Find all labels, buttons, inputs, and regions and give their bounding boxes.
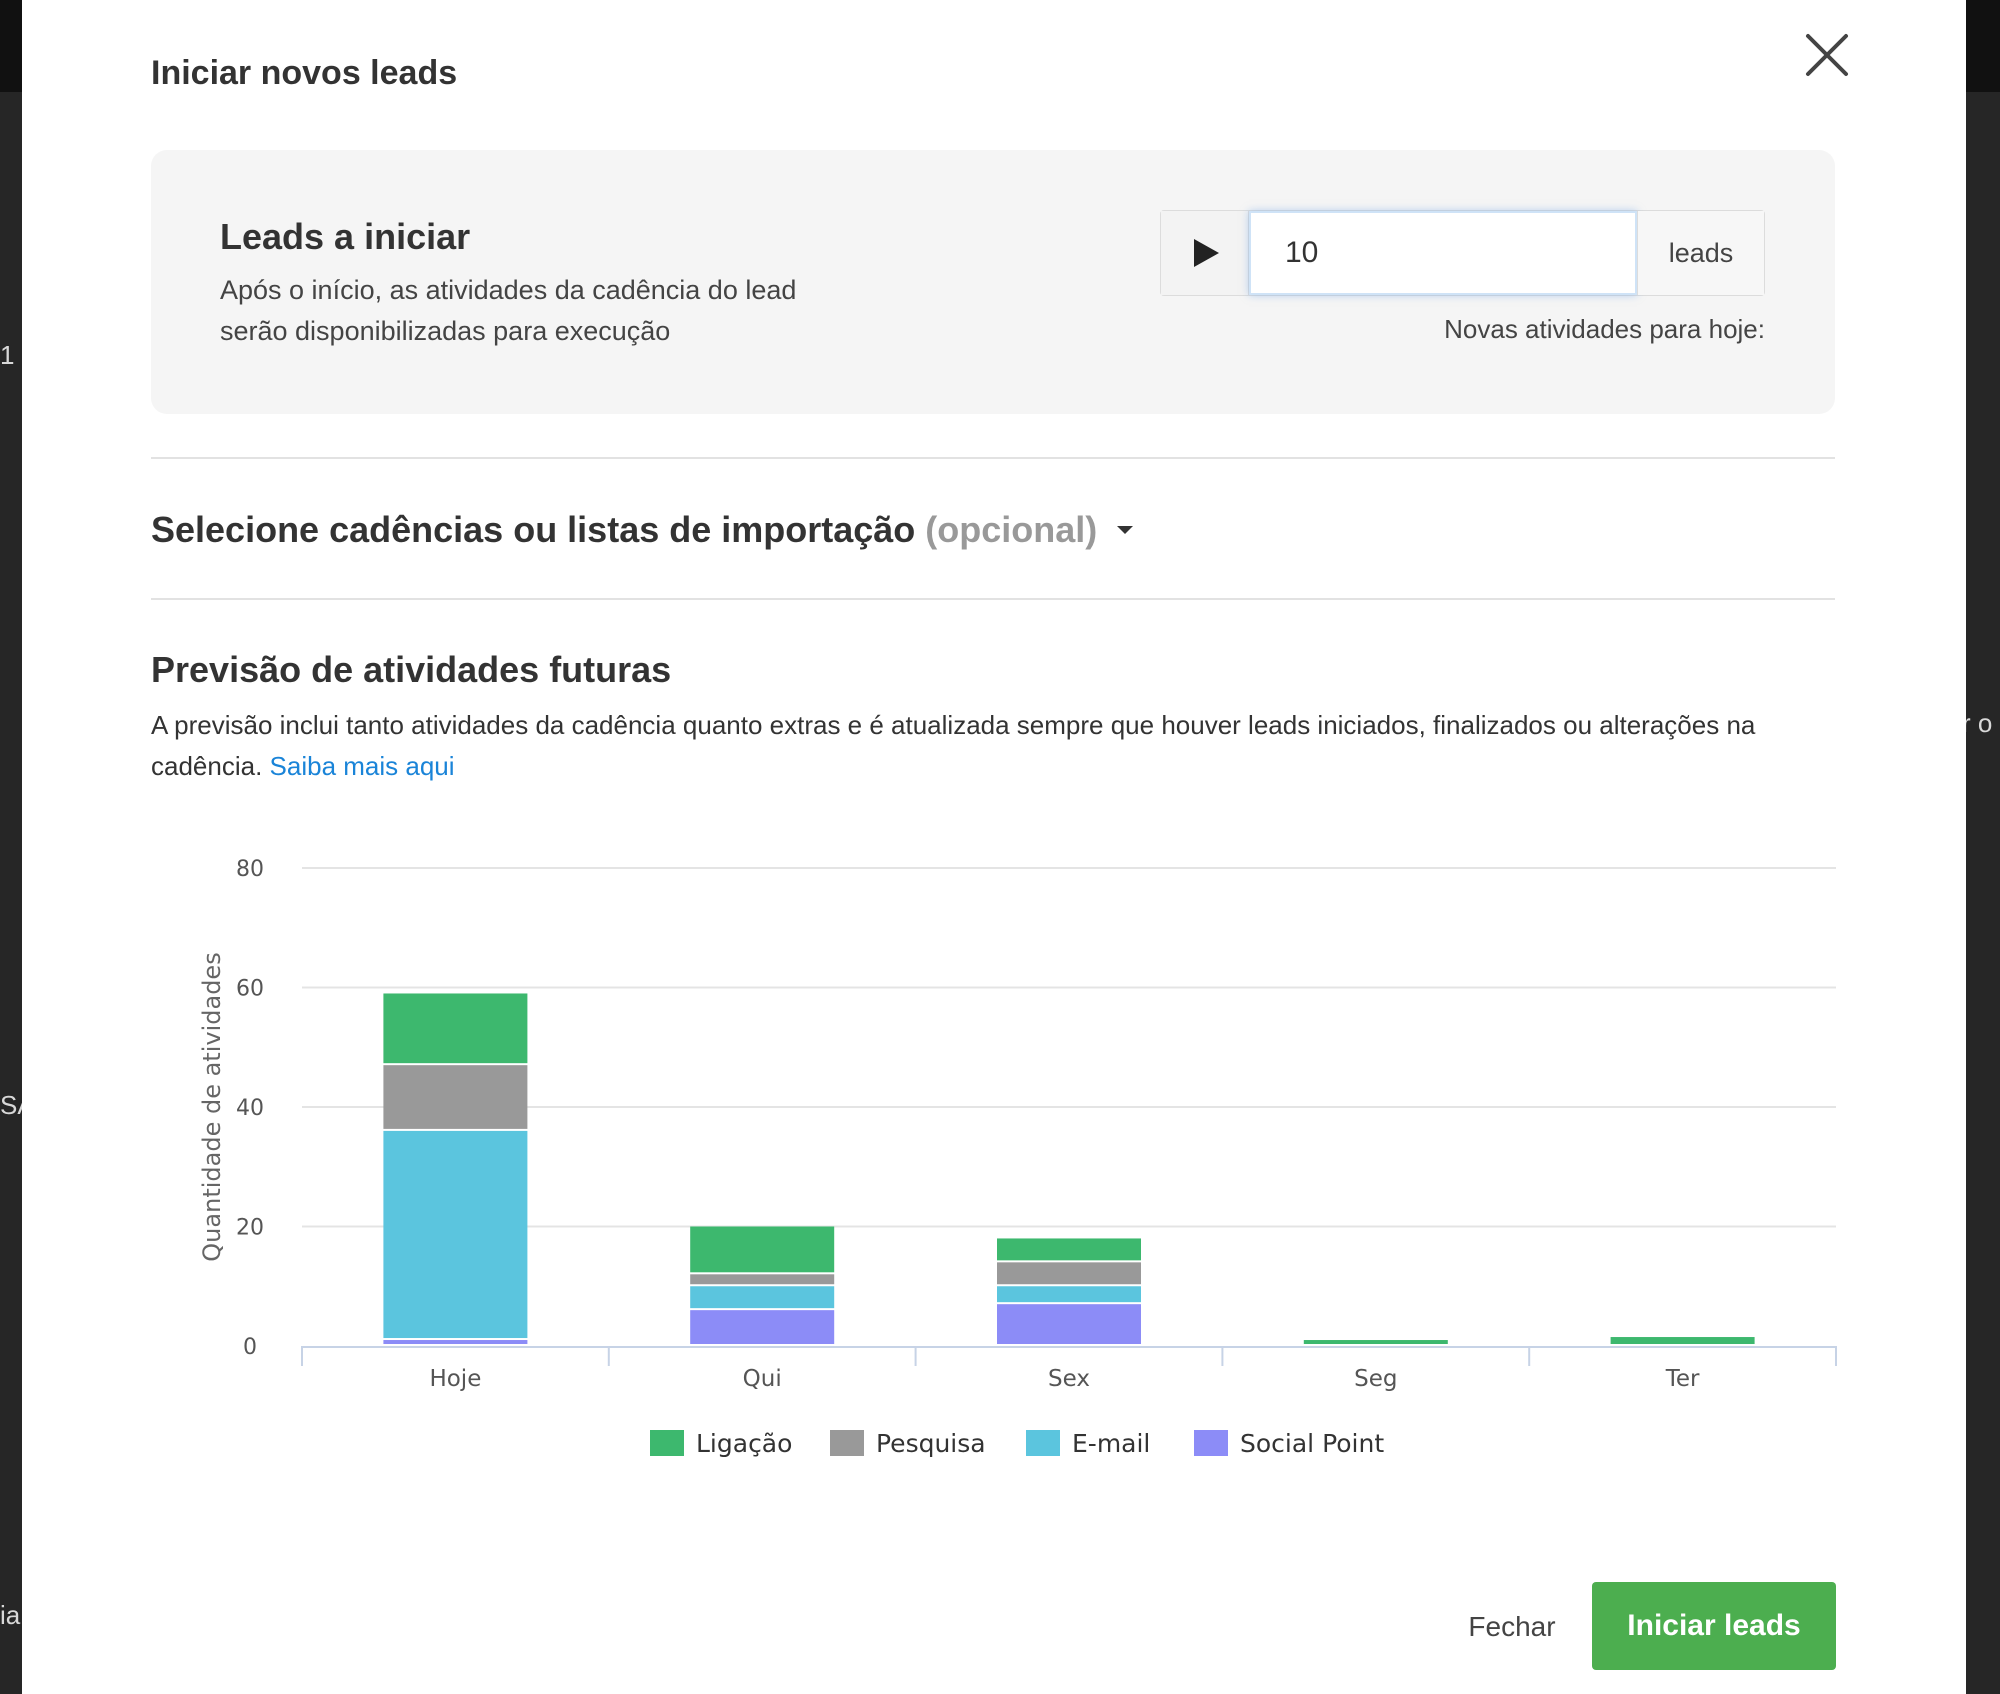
leads-quantity-stepper: leads [1160,210,1765,296]
background-text: 1 [0,340,15,370]
bar-segment[interactable] [690,1226,835,1273]
x-tick-label: Qui [743,1366,782,1392]
start-leads-modal: Iniciar novos leads Leads a iniciar Após… [22,0,1966,1694]
background-text: ia [0,1600,21,1630]
y-tick-label: 0 [243,1335,257,1360]
y-axis-label: Quantidade de atividades [198,952,226,1261]
leads-quantity-input[interactable] [1249,211,1637,295]
bar-segment[interactable] [997,1286,1141,1303]
close-button[interactable]: Fechar [1452,1584,1572,1670]
legend-swatch [1026,1430,1060,1456]
background-text: r o [1962,708,1993,738]
legend-label: Pesquisa [876,1429,986,1458]
legend-item[interactable]: E-mail [1026,1429,1150,1458]
modal-title: Iniciar novos leads [151,54,458,92]
forecast-description: A previsão inclui tanto atividades da ca… [151,705,1851,787]
forecast-title: Previsão de atividades futuras [151,649,672,690]
bar-segment[interactable] [383,1130,528,1339]
legend-item[interactable]: Social Point [1194,1429,1384,1458]
y-tick-label: 20 [236,1216,264,1241]
legend-label: Social Point [1240,1429,1384,1458]
leads-card-title: Leads a iniciar [220,216,471,257]
x-tick-label: Ter [1665,1366,1700,1392]
bar-segment[interactable] [690,1310,835,1344]
bar-segment[interactable] [383,993,528,1064]
close-icon[interactable] [1802,30,1852,80]
optional-label: (opcional) [925,509,1098,550]
bar-segment[interactable] [997,1304,1141,1344]
leads-to-start-card: Leads a iniciar Após o início, as ativid… [151,150,1835,414]
legend-swatch [1194,1430,1228,1456]
x-tick-label: Seg [1354,1366,1397,1392]
legend-item[interactable]: Pesquisa [830,1429,986,1458]
bar-segment[interactable] [1303,1340,1448,1344]
bar-segment[interactable] [1610,1337,1755,1344]
caret-down-icon [1117,526,1134,534]
y-tick-label: 80 [236,857,264,882]
learn-more-link[interactable]: Saiba mais aqui [270,751,455,781]
play-icon [1193,239,1219,267]
x-tick-label: Hoje [429,1366,481,1392]
cadence-select-label: Selecione cadências ou listas de importa… [151,509,916,550]
legend-label: E-mail [1072,1429,1150,1458]
bar-segment[interactable] [690,1274,835,1285]
divider [151,457,1835,459]
bar-segment[interactable] [997,1238,1141,1261]
new-activities-today-label: Novas atividades para hoje: [1444,314,1765,344]
bar-segment[interactable] [690,1286,835,1309]
y-tick-label: 60 [236,977,264,1002]
legend-item[interactable]: Ligação [650,1429,792,1458]
divider [151,598,1835,600]
x-tick-label: Sex [1048,1366,1090,1392]
leads-unit-label: leads [1637,211,1764,295]
start-leads-button[interactable]: Iniciar leads [1592,1582,1836,1670]
legend-swatch [830,1430,864,1456]
bar-segment[interactable] [383,1340,528,1344]
play-button[interactable] [1161,211,1249,295]
bar-segment[interactable] [383,1065,528,1129]
cadence-select-dropdown[interactable]: Selecione cadências ou listas de importa… [151,508,1134,552]
leads-card-description: Após o início, as atividades da cadência… [220,275,797,346]
bar-segment[interactable] [997,1262,1141,1285]
y-tick-label: 40 [236,1096,264,1121]
legend-swatch [650,1430,684,1456]
legend-label: Ligação [696,1429,792,1458]
